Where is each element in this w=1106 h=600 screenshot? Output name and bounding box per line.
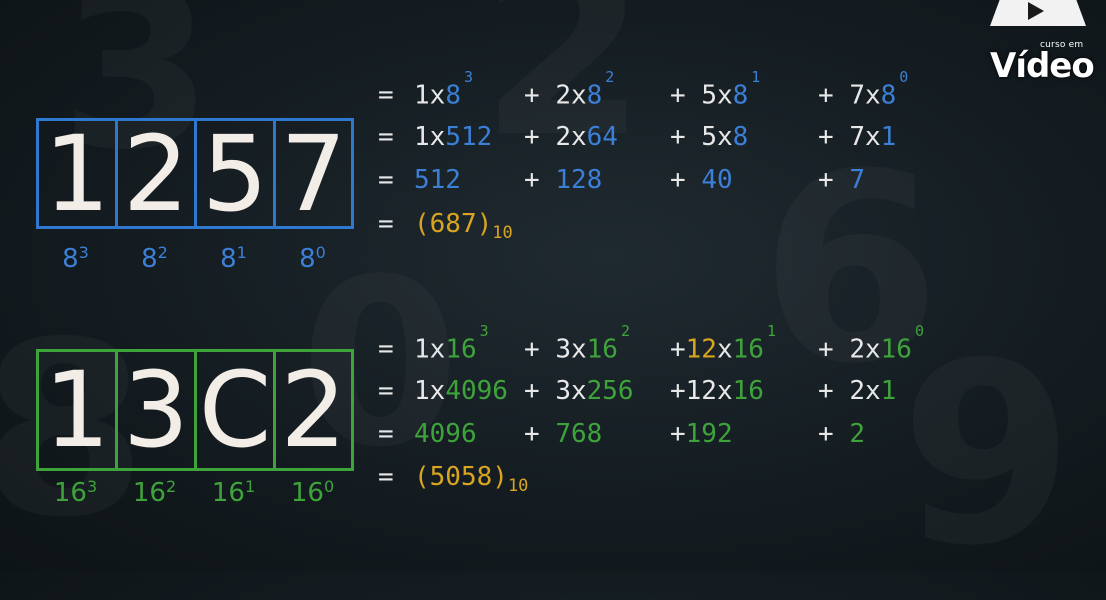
hex-digit: 1 [36,349,118,471]
hex-digit: 3 [115,349,197,471]
hex-power: 161 [211,477,256,508]
octal-result-row: = (687)10 [378,209,513,289]
decimal-result: (687)10 [414,209,513,243]
term: +12x161 [670,322,776,365]
equals-sign: = [378,376,394,406]
decimal-result: (5058)10 [414,462,529,496]
term: + 768 [524,419,603,449]
equals-sign: = [378,334,394,364]
equals-sign: = [378,80,394,110]
octal-digit: 2 [115,118,197,229]
equals-sign: = [378,209,394,239]
term: + 128 [524,165,603,195]
hex-result-row: = (5058)10 [378,462,528,542]
product-value: 512 [414,165,461,195]
background-digit: 9 [900,330,1074,580]
hex-powers: 163 162 161 160 [36,477,352,508]
term: +12x16 [670,376,764,406]
octal-power: 81 [220,243,247,274]
term: +192 [670,419,733,449]
octal-powers: 83 82 81 80 [36,243,352,274]
octal-power: 80 [299,243,326,274]
hex-power: 162 [132,477,177,508]
hex-power: 163 [53,477,98,508]
term: + 5x81 [670,68,761,111]
term: + 5x8 [670,122,749,152]
octal-digit: 7 [273,118,354,229]
hex-digit: 2 [273,349,354,471]
play-icon [1028,2,1044,20]
equals-sign: = [378,122,394,152]
octal-digit: 1 [36,118,118,229]
term: 1x83 [414,68,473,111]
term: + 2x82 [524,68,615,111]
hex-power: 160 [290,477,335,508]
equals-sign: = [378,165,394,195]
equals-sign: = [378,462,394,492]
term: + 7x1 [818,122,897,152]
term: 1x4096 [414,376,508,406]
curso-em-video-logo: curso em Vídeo [982,0,1100,86]
octal-power: 83 [62,243,89,274]
term: + 7x80 [818,68,909,111]
term: + 2 [818,419,865,449]
product-value: 4096 [414,419,477,449]
hex-digit-boxes: 1 3 C 2 [36,349,354,471]
octal-power: 82 [141,243,168,274]
term: 1x163 [414,322,489,365]
octal-digit-boxes: 1 2 5 7 [36,118,354,229]
hex-digit: C [194,349,276,471]
term: + 3x256 [524,376,634,406]
octal-digit: 5 [194,118,276,229]
logo-big-text: Vídeo [990,46,1095,86]
term: + 40 [670,165,733,195]
term: + 2x64 [524,122,618,152]
term: 1x512 [414,122,493,152]
term: + 3x162 [524,322,630,365]
term: + 7 [818,165,865,195]
term: + 2x160 [818,322,924,365]
equals-sign: = [378,419,394,449]
term: + 2x1 [818,376,897,406]
